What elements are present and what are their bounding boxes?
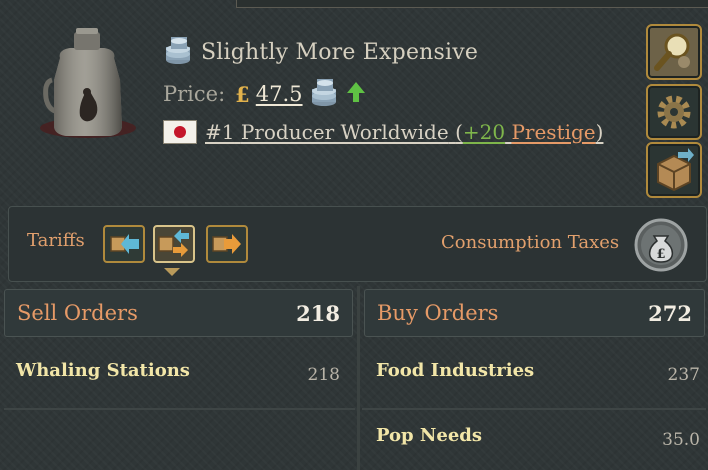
price-trend-row: Slightly More Expensive	[163, 36, 478, 68]
money-bag-icon: £	[634, 218, 688, 272]
prestige-link[interactable]: Prestige	[511, 120, 595, 144]
tariff-import-button[interactable]	[103, 225, 145, 263]
buy-order-name[interactable]: Food Industries	[376, 360, 534, 381]
producer-rank-row: #1 Producer Worldwide ( +20 Prestige )	[163, 117, 603, 147]
price-row: Price: £ 47.5	[163, 78, 367, 110]
sell-orders-header: Sell Orders 218	[4, 289, 353, 337]
row-separator	[362, 408, 706, 410]
buy-orders-header: Buy Orders 272	[364, 289, 705, 337]
tariffs-label: Tariffs	[27, 230, 85, 251]
orders-divider	[357, 286, 360, 470]
sell-orders-label: Sell Orders	[17, 301, 138, 325]
magnifier-icon	[654, 33, 690, 71]
sell-orders-total: 218	[296, 300, 340, 326]
price-trend-title: Slightly More Expensive	[201, 39, 479, 65]
row-separator	[4, 408, 355, 410]
buy-order-value: 35.0	[662, 430, 700, 450]
producer-close-paren: )	[595, 120, 604, 144]
consumption-tax-button[interactable]: £	[634, 218, 688, 272]
sell-order-name[interactable]: Whaling Stations	[16, 360, 190, 381]
gear-icon	[657, 95, 691, 129]
buy-order-name[interactable]: Pop Needs	[376, 425, 482, 446]
svg-text:£: £	[656, 247, 665, 262]
producer-label[interactable]: Producer Worldwide (	[234, 120, 463, 144]
top-frame-edge	[236, 0, 708, 8]
pound-icon: £	[235, 81, 250, 107]
tariff-export-button[interactable]	[206, 225, 248, 263]
prestige-value: +20	[462, 120, 506, 144]
tariff-import-icon	[110, 234, 139, 254]
buy-order-value: 237	[667, 365, 700, 385]
price-up-arrow-icon	[345, 80, 367, 109]
sell-order-value: 218	[307, 365, 340, 385]
settings-button[interactable]	[646, 84, 702, 140]
consumption-taxes-label: Consumption Taxes	[441, 232, 620, 253]
tariff-both-icon	[158, 229, 189, 257]
details-button[interactable]	[646, 24, 702, 80]
tariff-export-icon	[212, 234, 241, 254]
japan-flag-icon	[163, 120, 197, 144]
coins-icon	[309, 77, 339, 112]
crate-icon	[657, 148, 694, 192]
whale-oil-jug-icon	[30, 22, 140, 142]
goods-crate-button[interactable]	[646, 142, 702, 198]
price-label: Price:	[163, 82, 226, 106]
coins-icon	[163, 35, 193, 69]
tariff-both-button[interactable]	[153, 225, 195, 263]
selected-tariff-pointer-icon	[164, 261, 180, 276]
buy-orders-total: 272	[648, 300, 692, 326]
producer-rank[interactable]: #1	[205, 120, 234, 144]
price-value[interactable]: 47.5	[256, 82, 303, 106]
buy-orders-label: Buy Orders	[377, 301, 499, 325]
